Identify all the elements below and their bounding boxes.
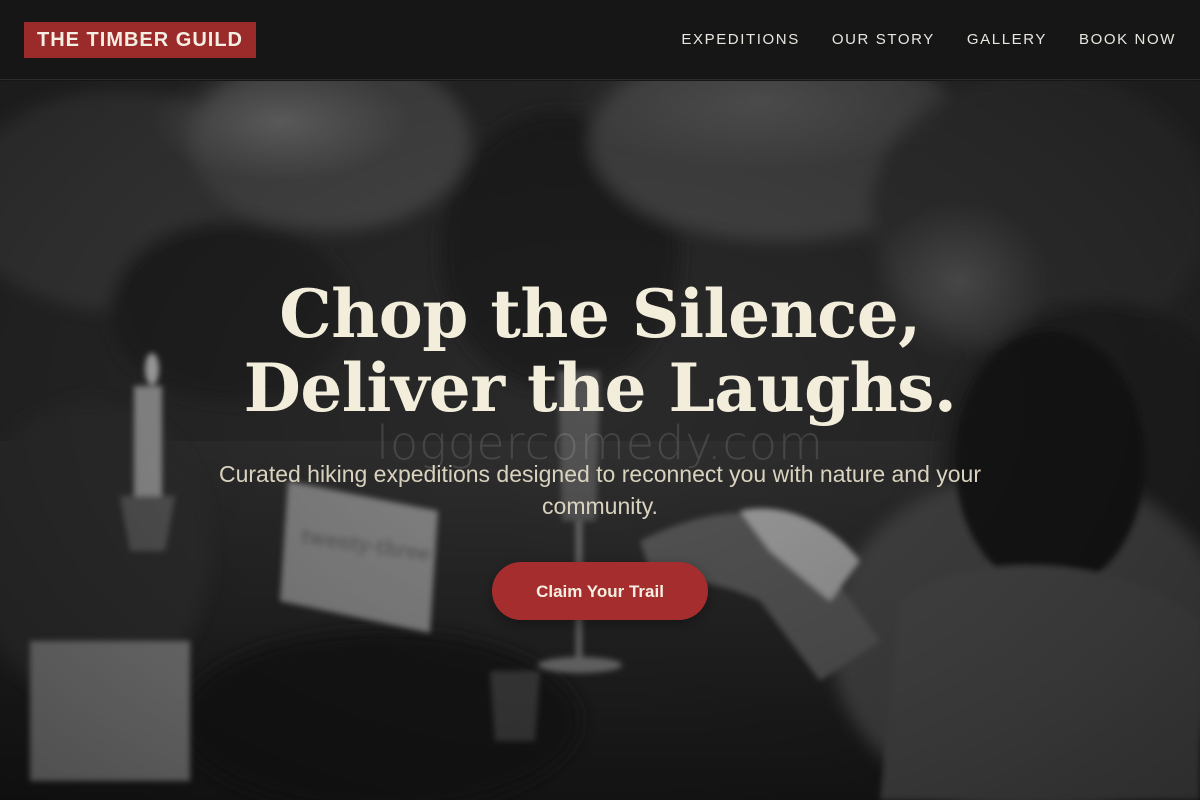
nav-link-gallery[interactable]: GALLERY [967, 31, 1047, 48]
hero-content: Chop the Silence, Deliver the Laughs. Cu… [0, 277, 1200, 620]
top-navbar: THE TIMBER GUILD EXPEDITIONS OUR STORY G… [0, 0, 1200, 80]
main-nav: EXPEDITIONS OUR STORY GALLERY BOOK NOW [681, 31, 1176, 48]
claim-your-trail-button[interactable]: Claim Your Trail [492, 562, 708, 620]
hero-section: twenty-three loggercomedy.com Chop the S… [0, 81, 1200, 800]
brand-logo[interactable]: THE TIMBER GUILD [24, 21, 256, 58]
nav-link-our-story[interactable]: OUR STORY [832, 31, 935, 48]
nav-link-book-now[interactable]: BOOK NOW [1079, 31, 1176, 48]
nav-link-expeditions[interactable]: EXPEDITIONS [681, 31, 799, 48]
hero-subtitle: Curated hiking expeditions designed to r… [218, 461, 982, 519]
hero-title: Chop the Silence, Deliver the Laughs. [243, 275, 957, 427]
